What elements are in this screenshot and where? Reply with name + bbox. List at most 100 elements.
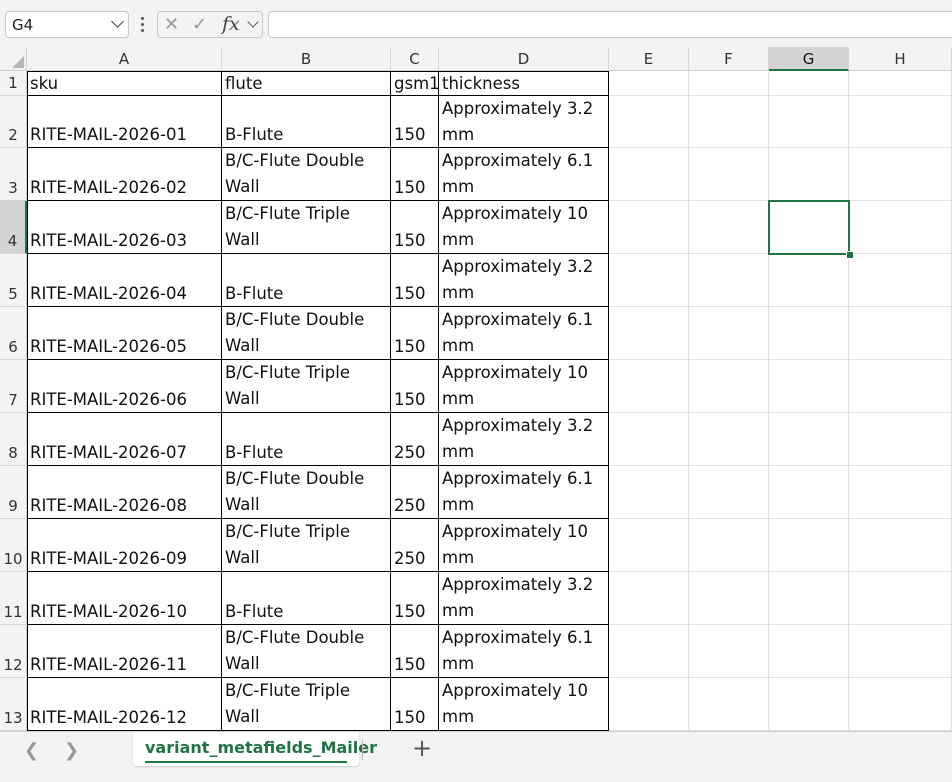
header-cell-gsm[interactable]: gsm1 (391, 71, 439, 96)
name-box[interactable]: G4 (5, 11, 129, 38)
cell-flute[interactable]: B/C-Flute Double Wall (222, 466, 391, 519)
table-border (27, 571, 609, 572)
row-header[interactable]: 12 (0, 625, 27, 678)
cell-gsm[interactable]: 150 (391, 148, 439, 201)
header-cell-thickness[interactable]: thickness (439, 71, 609, 96)
fill-handle[interactable] (846, 251, 854, 259)
column-header-c[interactable]: C (391, 47, 439, 71)
chevron-down-icon[interactable] (247, 16, 259, 28)
cell-flute[interactable]: B/C-Flute Triple Wall (222, 360, 391, 413)
check-icon[interactable]: ✓ (192, 14, 207, 35)
chevron-left-icon[interactable]: ❮ (24, 740, 39, 761)
cell-thickness[interactable]: Approximately 6.1 mm (439, 625, 609, 678)
cell-flute[interactable]: B/C-Flute Double Wall (222, 625, 391, 678)
cell-sku[interactable]: RITE-MAIL-2026-09 (27, 519, 222, 572)
cell-thickness[interactable]: Approximately 6.1 mm (439, 466, 609, 519)
cell-thickness[interactable]: Approximately 3.2 mm (439, 413, 609, 466)
cell-thickness[interactable]: Approximately 10 mm (439, 678, 609, 731)
x-icon[interactable]: ✕ (164, 14, 179, 35)
cell-sku[interactable]: RITE-MAIL-2026-11 (27, 625, 222, 678)
header-cell-sku[interactable]: sku (27, 71, 222, 96)
cell-gsm[interactable]: 150 (391, 254, 439, 307)
table-border (27, 624, 609, 625)
cell-gsm[interactable]: 150 (391, 572, 439, 625)
cell-sku[interactable]: RITE-MAIL-2026-06 (27, 360, 222, 413)
cell-gsm[interactable]: 250 (391, 466, 439, 519)
cell-thickness[interactable]: Approximately 3.2 mm (439, 572, 609, 625)
chevron-down-icon[interactable] (111, 15, 124, 28)
cell-thickness[interactable]: Approximately 10 mm (439, 360, 609, 413)
column-header-g[interactable]: G (769, 47, 849, 71)
row-header[interactable]: 7 (0, 360, 27, 413)
active-cell-g4[interactable] (768, 200, 850, 255)
cell-flute[interactable]: B/C-Flute Triple Wall (222, 201, 391, 254)
cell-gsm[interactable]: 250 (391, 413, 439, 466)
cell-thickness[interactable]: Approximately 6.1 mm (439, 307, 609, 360)
row-header[interactable]: 10 (0, 519, 27, 572)
cell-thickness[interactable]: Approximately 3.2 mm (439, 96, 609, 148)
row-header[interactable]: 13 (0, 678, 27, 731)
table-border (27, 147, 609, 148)
row-header[interactable]: 9 (0, 466, 27, 519)
table-border (27, 677, 609, 678)
table-border (27, 306, 609, 307)
cell-thickness[interactable]: Approximately 10 mm (439, 519, 609, 572)
cell-gsm[interactable]: 150 (391, 678, 439, 731)
cell-flute[interactable]: B/C-Flute Double Wall (222, 307, 391, 360)
vertical-dots-icon[interactable] (141, 17, 145, 33)
cell-sku[interactable]: RITE-MAIL-2026-01 (27, 96, 222, 148)
cell-thickness[interactable]: Approximately 10 mm (439, 201, 609, 254)
cell-thickness[interactable]: Approximately 6.1 mm (439, 148, 609, 201)
table-border (27, 71, 28, 731)
column-header-e[interactable]: E (609, 47, 689, 71)
cell-gsm[interactable]: 250 (391, 519, 439, 572)
cell-sku[interactable]: RITE-MAIL-2026-07 (27, 413, 222, 466)
column-header-h[interactable]: H (849, 47, 952, 71)
column-header-a[interactable]: A (27, 47, 222, 71)
column-header-b[interactable]: B (222, 47, 391, 71)
cell-flute[interactable]: B-Flute (222, 572, 391, 625)
cell-sku[interactable]: RITE-MAIL-2026-03 (27, 201, 222, 254)
cell-sku[interactable]: RITE-MAIL-2026-02 (27, 148, 222, 201)
cell-sku[interactable]: RITE-MAIL-2026-04 (27, 254, 222, 307)
cell-gsm[interactable]: 150 (391, 201, 439, 254)
formula-buttons: ✕ ✓ fx (157, 11, 263, 38)
row-header[interactable]: 11 (0, 572, 27, 625)
fx-icon[interactable]: fx (222, 13, 240, 35)
select-all-corner[interactable] (0, 47, 27, 71)
row-header[interactable]: 8 (0, 413, 27, 466)
header-cell-flute[interactable]: flute (222, 71, 391, 96)
row-header[interactable]: 1 (0, 71, 27, 96)
plus-icon[interactable]: + (412, 734, 432, 762)
column-header-f[interactable]: F (689, 47, 769, 71)
cell-sku[interactable]: RITE-MAIL-2026-10 (27, 572, 222, 625)
cell-gsm[interactable]: 150 (391, 96, 439, 148)
table-border (390, 71, 391, 731)
cell-gsm[interactable]: 150 (391, 360, 439, 413)
cell-flute[interactable]: B/C-Flute Triple Wall (222, 678, 391, 731)
cell-flute[interactable]: B/C-Flute Triple Wall (222, 519, 391, 572)
column-header-d[interactable]: D (439, 47, 609, 71)
sheet-tab-active[interactable]: variant_metafields_Mailer (133, 732, 377, 766)
row-header[interactable]: 6 (0, 307, 27, 360)
cell-flute[interactable]: B-Flute (222, 254, 391, 307)
cell-sku[interactable]: RITE-MAIL-2026-05 (27, 307, 222, 360)
sheet-tab-underline (145, 761, 347, 763)
cell-flute[interactable]: B-Flute (222, 96, 391, 148)
cell-flute[interactable]: B/C-Flute Double Wall (222, 148, 391, 201)
cell-thickness[interactable]: Approximately 3.2 mm (439, 254, 609, 307)
cell-gsm[interactable]: 150 (391, 625, 439, 678)
row-header[interactable]: 4 (0, 201, 27, 254)
spreadsheet-grid[interactable]: A B C D E F G H 1 sku flute gsm1 thickness 2 RITE-MAIL… (0, 47, 952, 731)
cell-sku[interactable]: RITE-MAIL-2026-08 (27, 466, 222, 519)
table-border (27, 465, 609, 466)
row-header[interactable]: 2 (0, 96, 27, 148)
row-header[interactable]: 5 (0, 254, 27, 307)
cell-gsm[interactable]: 150 (391, 307, 439, 360)
cell-flute[interactable]: B-Flute (222, 413, 391, 466)
cell-sku[interactable]: RITE-MAIL-2026-12 (27, 678, 222, 731)
table-border (608, 71, 609, 731)
row-header[interactable]: 3 (0, 148, 27, 201)
chevron-right-icon[interactable]: ❯ (64, 740, 79, 761)
formula-input[interactable] (268, 11, 952, 38)
